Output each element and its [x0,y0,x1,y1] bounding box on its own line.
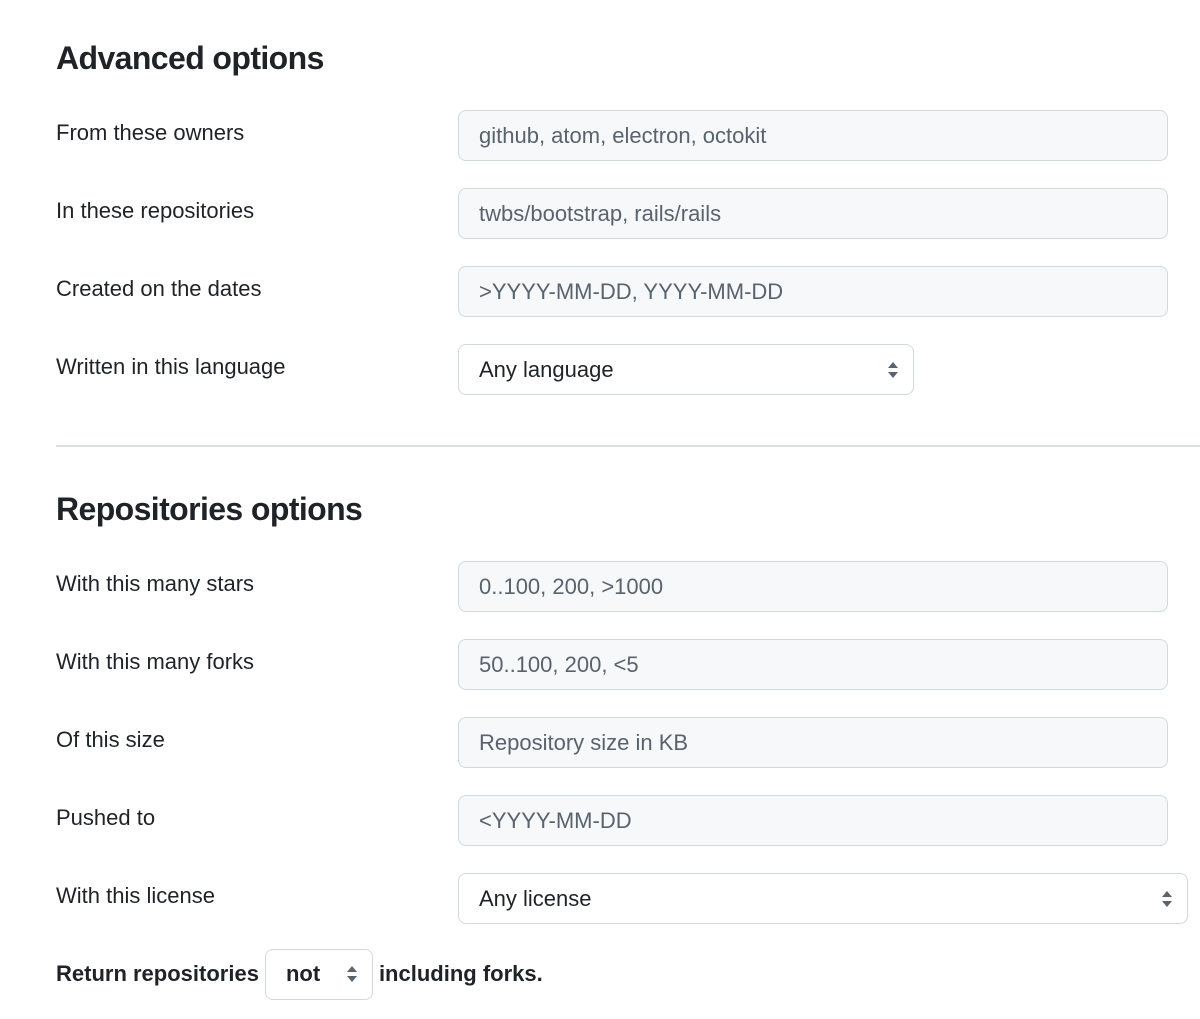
advanced-search-form: Advanced options From these owners In th… [0,0,1200,1019]
stars-row: With this many stars [0,561,1200,613]
forks-label: With this many forks [56,649,255,674]
updown-arrows-icon [888,361,898,378]
license-select-value: Any license [479,885,592,911]
language-label: Written in this language [56,354,286,379]
license-select[interactable]: Any license [458,873,1188,924]
created-dates-input[interactable] [458,266,1168,317]
repositories-input[interactable] [458,188,1168,239]
size-row: Of this size [0,717,1200,769]
forks-filter-prefix: Return repositories [56,961,259,986]
repositories-row: In these repositories [0,188,1200,240]
stars-input[interactable] [458,561,1168,612]
owners-input[interactable] [458,110,1168,161]
dates-row: Created on the dates [0,266,1200,318]
forks-row: With this many forks [0,639,1200,691]
forks-filter-sentence: Return repositories not including forks. [56,948,543,1000]
pushed-label: Pushed to [56,805,156,830]
pushed-input[interactable] [458,795,1168,846]
repositories-label: In these repositories [56,198,255,223]
pushed-row: Pushed to [0,795,1200,847]
forks-filter-suffix: including forks. [378,961,543,986]
advanced-options-heading: Advanced options [56,40,324,76]
language-row: Written in this language Any language [0,344,1200,396]
owners-row: From these owners [0,110,1200,162]
stars-label: With this many stars [56,571,255,596]
dates-label: Created on the dates [56,276,262,301]
language-select[interactable]: Any language [458,344,914,395]
forks-filter-select-value: not [285,961,321,986]
language-select-value: Any language [479,356,614,382]
size-input[interactable] [458,717,1168,768]
section-divider [56,445,1200,447]
updown-arrows-icon [1162,890,1172,907]
repositories-options-heading: Repositories options [56,491,363,527]
license-row: With this license Any license [0,873,1200,925]
size-label: Of this size [56,727,165,752]
forks-filter-select[interactable]: not [264,948,373,1000]
license-label: With this license [56,883,215,908]
owners-label: From these owners [56,120,245,145]
updown-arrows-icon [346,966,357,982]
forks-input[interactable] [458,639,1168,690]
